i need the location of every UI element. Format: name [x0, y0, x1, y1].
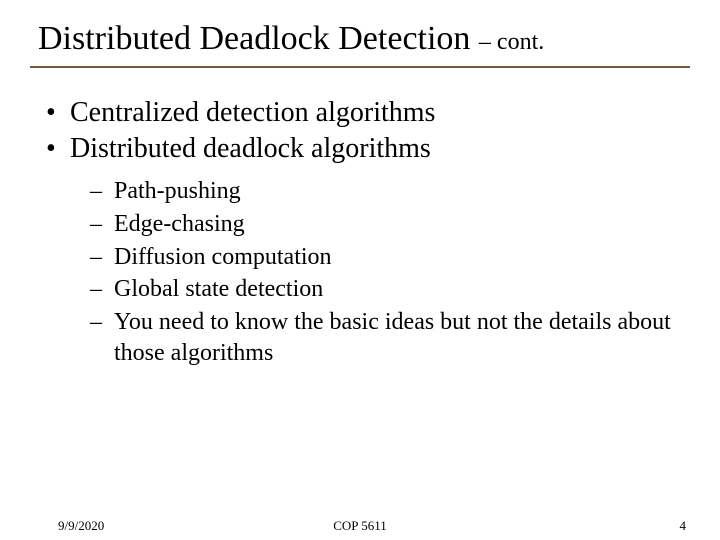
sub-bullet-text: Path-pushing [114, 178, 241, 204]
sub-bullet-item: Global state detection [90, 274, 690, 305]
sub-bullet-item: Edge-chasing [90, 209, 690, 240]
slide-body: Centralized detection algorithms Distrib… [30, 96, 690, 369]
bullet-list: Centralized detection algorithms Distrib… [42, 96, 690, 369]
footer-page-number: 4 [680, 518, 687, 534]
sub-bullet-list: Path-pushing Edge-chasing Diffusion comp… [90, 176, 690, 368]
sub-bullet-text: Edge-chasing [114, 211, 245, 237]
sub-bullet-item: Diffusion computation [90, 242, 690, 273]
sub-bullet-item: Path-pushing [90, 176, 690, 207]
sub-bullet-text: You need to know the basic ideas but not… [114, 309, 671, 366]
title-row: Distributed Deadlock Detection – cont. [30, 20, 690, 68]
bullet-item: Distributed deadlock algorithms Path-pus… [42, 132, 690, 368]
slide: Distributed Deadlock Detection – cont. C… [0, 0, 720, 540]
bullet-text: Centralized detection algorithms [70, 97, 435, 128]
footer-course: COP 5611 [0, 518, 720, 534]
slide-title: Distributed Deadlock Detection [38, 20, 479, 57]
bullet-item: Centralized detection algorithms [42, 96, 690, 130]
sub-bullet-text: Global state detection [114, 276, 323, 302]
sub-bullet-text: Diffusion computation [114, 244, 332, 270]
bullet-text: Distributed deadlock algorithms [70, 133, 431, 164]
slide-title-suffix: – cont. [479, 29, 544, 55]
sub-bullet-item: You need to know the basic ideas but not… [90, 307, 690, 368]
